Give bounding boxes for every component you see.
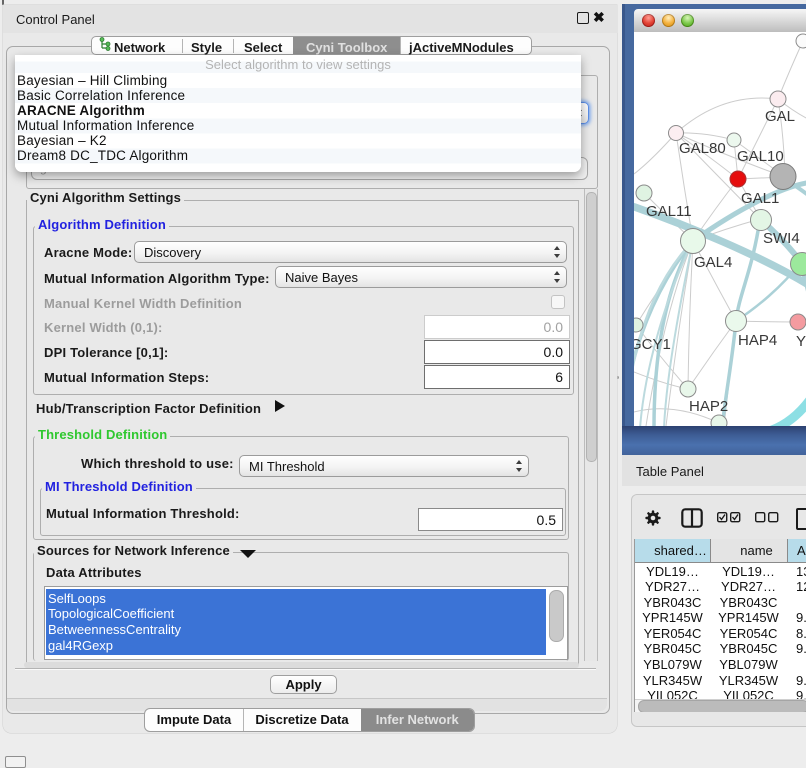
svg-text:SWI4: SWI4 — [763, 230, 800, 247]
svg-text:GAL: GAL — [765, 108, 795, 125]
svg-text:GCY1: GCY1 — [634, 336, 671, 353]
svg-text:Y: Y — [796, 333, 806, 350]
svg-text:GAL4: GAL4 — [694, 254, 732, 271]
svg-text:GAL80: GAL80 — [679, 140, 726, 157]
svg-text:GAL10: GAL10 — [737, 148, 784, 165]
svg-text:HAP4: HAP4 — [738, 332, 777, 349]
svg-text:HAP2: HAP2 — [689, 398, 728, 415]
svg-text:GAL1: GAL1 — [741, 190, 779, 207]
svg-text:GAL11: GAL11 — [646, 203, 692, 220]
